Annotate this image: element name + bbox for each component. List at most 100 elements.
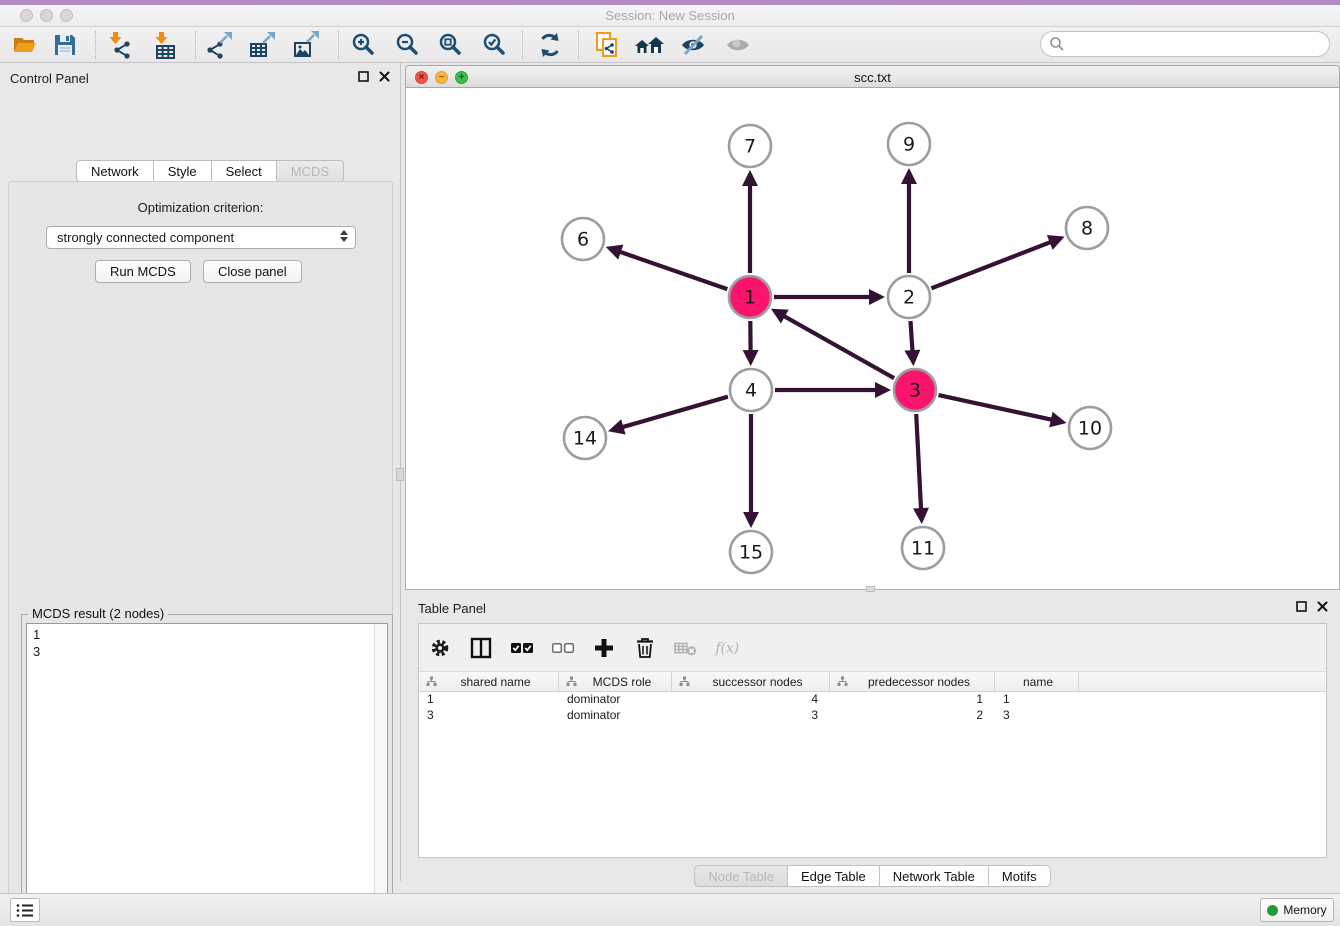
column-header-successor-nodes[interactable]: successor nodes bbox=[672, 672, 830, 691]
cell-mcds-role[interactable]: dominator bbox=[559, 708, 672, 724]
graph-node-label: 11 bbox=[911, 538, 935, 560]
column-header-name[interactable]: name bbox=[995, 672, 1079, 691]
graph-edge[interactable] bbox=[610, 248, 728, 289]
deselect-all-icon[interactable] bbox=[550, 635, 576, 661]
graph-node-label: 7 bbox=[744, 136, 756, 158]
window-title: Session: New Session bbox=[0, 8, 1340, 23]
eye-slash-icon[interactable] bbox=[678, 30, 708, 60]
task-history-button[interactable] bbox=[10, 898, 40, 922]
column-type-icon bbox=[837, 676, 848, 687]
column-header-mcds-role[interactable]: MCDS role bbox=[559, 672, 672, 691]
network-window-titlebar[interactable]: × − + scc.txt bbox=[405, 65, 1340, 88]
graph-node-label: 6 bbox=[577, 229, 589, 251]
memory-button[interactable]: Memory bbox=[1260, 898, 1334, 922]
zoom-fit-icon[interactable] bbox=[435, 30, 465, 60]
refresh-layout-icon[interactable] bbox=[535, 30, 565, 60]
tab-mcds[interactable]: MCDS bbox=[277, 160, 344, 182]
memory-status-icon bbox=[1267, 905, 1278, 916]
column-type-icon bbox=[426, 676, 437, 687]
column-type-icon bbox=[679, 676, 690, 687]
column-header-predecessor-nodes[interactable]: predecessor nodes bbox=[830, 672, 995, 691]
graph-edge[interactable] bbox=[931, 238, 1061, 288]
cell-predecessor-nodes[interactable]: 1 bbox=[830, 692, 995, 708]
network-graph: 7968124314101511 bbox=[406, 88, 1339, 588]
export-network-icon[interactable] bbox=[204, 30, 234, 60]
vertical-splitter-handle[interactable] bbox=[396, 468, 404, 481]
import-table-icon[interactable] bbox=[150, 30, 180, 60]
chevron-updown-icon bbox=[340, 230, 348, 242]
open-folder-icon[interactable] bbox=[10, 30, 40, 60]
tab-edge-table[interactable]: Edge Table bbox=[788, 865, 880, 887]
zoom-in-icon[interactable] bbox=[348, 30, 378, 60]
export-table-icon[interactable] bbox=[247, 30, 277, 60]
graph-node-label: 9 bbox=[903, 134, 915, 156]
tab-style[interactable]: Style bbox=[154, 160, 212, 182]
trash-icon[interactable] bbox=[632, 635, 658, 661]
table-row[interactable]: 3 dominator 3 2 3 bbox=[419, 708, 1326, 724]
network-view-window: × − + scc.txt 7968124314101511 bbox=[405, 65, 1340, 590]
search-field[interactable] bbox=[1065, 34, 1329, 54]
close-panel-icon[interactable] bbox=[1317, 601, 1328, 612]
cell-shared-name[interactable]: 1 bbox=[419, 692, 559, 708]
horizontal-splitter-handle[interactable] bbox=[866, 586, 875, 592]
run-mcds-button[interactable]: Run MCDS bbox=[95, 260, 191, 283]
result-scrollbar[interactable] bbox=[374, 624, 387, 926]
search-icon bbox=[1049, 36, 1065, 52]
cell-predecessor-nodes[interactable]: 2 bbox=[830, 708, 995, 724]
network-canvas[interactable]: 7968124314101511 bbox=[405, 88, 1340, 590]
node-table: shared name MCDS role successor nodes pr… bbox=[419, 672, 1326, 724]
toolbar-separator bbox=[338, 31, 339, 59]
graph-edge[interactable] bbox=[916, 414, 921, 520]
table-panel-tabs: Node Table Edge Table Network Table Moti… bbox=[405, 865, 1340, 887]
two-houses-icon[interactable] bbox=[634, 30, 664, 60]
application-window: Session: New Session bbox=[0, 0, 1340, 926]
mcds-panel: Optimization criterion: strongly connect… bbox=[8, 181, 393, 926]
cell-successor-nodes[interactable]: 4 bbox=[672, 692, 830, 708]
clone-network-icon[interactable] bbox=[592, 30, 622, 60]
gear-icon[interactable] bbox=[427, 635, 453, 661]
graph-edge[interactable] bbox=[774, 311, 894, 379]
tab-network-table[interactable]: Network Table bbox=[880, 865, 989, 887]
network-window-title: scc.txt bbox=[406, 70, 1339, 85]
tab-network[interactable]: Network bbox=[76, 160, 154, 182]
memory-label: Memory bbox=[1283, 903, 1326, 917]
graph-node-label: 8 bbox=[1081, 218, 1093, 240]
save-icon[interactable] bbox=[50, 30, 80, 60]
cell-name[interactable]: 1 bbox=[995, 692, 1079, 708]
titlebar: Session: New Session bbox=[0, 0, 1340, 27]
cell-name[interactable]: 3 bbox=[995, 708, 1079, 724]
delete-table-icon bbox=[673, 635, 699, 661]
node-table-container: f(x) shared name MCDS role bbox=[418, 623, 1327, 858]
zoom-selected-icon[interactable] bbox=[479, 30, 509, 60]
tab-motifs[interactable]: Motifs bbox=[989, 865, 1051, 887]
search-input[interactable] bbox=[1040, 31, 1330, 57]
graph-node-label: 14 bbox=[573, 428, 597, 450]
zoom-out-icon[interactable] bbox=[392, 30, 422, 60]
float-panel-icon[interactable] bbox=[1296, 601, 1307, 612]
column-header-shared-name[interactable]: shared name bbox=[419, 672, 559, 691]
import-network-icon[interactable] bbox=[104, 30, 134, 60]
tab-select[interactable]: Select bbox=[212, 160, 277, 182]
graph-edge[interactable] bbox=[939, 395, 1063, 422]
add-icon[interactable] bbox=[591, 635, 617, 661]
cell-successor-nodes[interactable]: 3 bbox=[672, 708, 830, 724]
graph-edge[interactable] bbox=[612, 397, 728, 431]
export-image-icon[interactable] bbox=[291, 30, 321, 60]
toolbar-separator bbox=[195, 31, 196, 59]
control-panel-title: Control Panel bbox=[10, 71, 89, 86]
cell-shared-name[interactable]: 3 bbox=[419, 708, 559, 724]
optimization-criterion-select[interactable]: strongly connected component bbox=[46, 226, 356, 249]
column-icon[interactable] bbox=[468, 635, 494, 661]
table-panel-title: Table Panel bbox=[418, 601, 486, 616]
select-all-icon[interactable] bbox=[509, 635, 535, 661]
close-panel-button[interactable]: Close panel bbox=[203, 260, 302, 283]
float-panel-icon[interactable] bbox=[358, 71, 369, 82]
close-panel-icon[interactable] bbox=[379, 71, 390, 82]
mcds-result-text[interactable]: 1 3 bbox=[26, 623, 388, 926]
graph-edge[interactable] bbox=[911, 321, 914, 362]
cell-mcds-role[interactable]: dominator bbox=[559, 692, 672, 708]
table-row[interactable]: 1 dominator 4 1 1 bbox=[419, 692, 1326, 708]
table-toolbar: f(x) bbox=[419, 624, 1326, 672]
tab-node-table[interactable]: Node Table bbox=[694, 865, 788, 887]
table-panel: Table Panel bbox=[405, 595, 1340, 890]
